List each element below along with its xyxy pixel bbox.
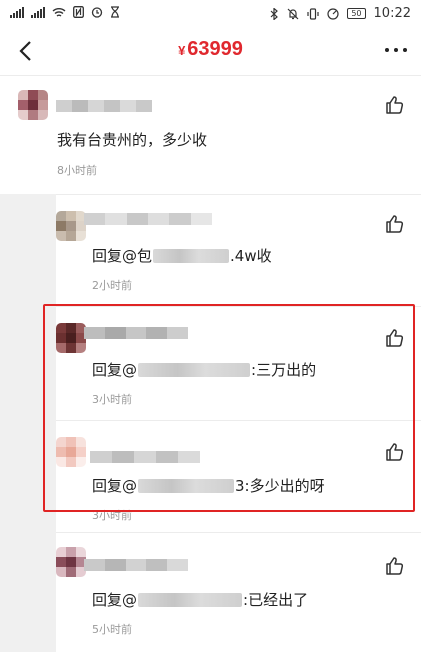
reply-time: 3小时前: [92, 509, 132, 522]
hourglass-icon: [111, 6, 119, 18]
reply-text: 回复@ 包 .4w收: [92, 245, 272, 266]
reply-item: 回复@ :三万出的 3小时前: [56, 306, 421, 420]
reply-item: 回复@ :已经出了 5小时前: [56, 532, 421, 652]
reply-time: 3小时前: [92, 393, 132, 406]
like-button[interactable]: [384, 213, 406, 235]
comment-text: 我有台贵州的，多少收: [57, 131, 208, 149]
reply-item: 回复@ 3:多少出的呀 3小时前: [56, 420, 421, 532]
comment-item: 我有台贵州的，多少收 8小时前: [0, 76, 421, 194]
reply-suffix: :三万出的: [251, 361, 317, 379]
avatar[interactable]: [56, 437, 86, 467]
alarm-icon: [91, 7, 103, 18]
header: ¥63999: [0, 26, 421, 76]
reply-prefix: 回复@: [92, 247, 138, 265]
reply-prefix: 回复@: [92, 361, 138, 379]
mention-blurred: [138, 592, 243, 607]
username-blurred[interactable]: [84, 213, 212, 225]
bluetooth-icon: [270, 7, 279, 20]
thumbs-up-icon: [386, 96, 404, 114]
mute-icon: [287, 8, 299, 19]
wifi-icon: [52, 7, 66, 17]
like-button[interactable]: [384, 441, 406, 463]
reply-time: 2小时前: [92, 279, 132, 292]
reply-suffix: :已经出了: [243, 591, 309, 609]
vibrate-icon: [307, 7, 319, 20]
username-blurred[interactable]: [90, 451, 200, 463]
username-blurred[interactable]: [56, 100, 152, 112]
mention-blurred: [138, 362, 251, 377]
reply-suffix-b: .4w收: [230, 247, 272, 265]
status-bar: 50 10:22: [0, 0, 421, 26]
thumbs-up-icon: [386, 443, 404, 461]
username-blurred[interactable]: [84, 559, 188, 571]
thumbs-up-icon: [386, 215, 404, 233]
speedometer-icon: [327, 7, 339, 20]
avatar[interactable]: [56, 323, 86, 353]
more-button[interactable]: [385, 48, 407, 52]
price-title: ¥63999: [0, 38, 421, 61]
reply-suffix: 3:多少出的呀: [235, 477, 325, 495]
reply-time: 5小时前: [92, 623, 132, 636]
currency-symbol: ¥: [178, 43, 186, 58]
signal-icon: [31, 6, 45, 18]
like-button[interactable]: [384, 327, 406, 349]
reply-text: 回复@ :三万出的: [92, 359, 316, 380]
avatar[interactable]: [56, 547, 86, 577]
avatar[interactable]: [56, 211, 86, 241]
nfc-icon: [73, 6, 84, 18]
price-value: 63999: [187, 38, 243, 60]
status-time: 10:22: [373, 6, 411, 21]
reply-text: 回复@ :已经出了: [92, 589, 308, 610]
thumbs-up-icon: [386, 329, 404, 347]
signal-icon: [10, 6, 24, 18]
username-blurred[interactable]: [84, 327, 188, 339]
like-button[interactable]: [384, 94, 406, 116]
mention-blurred: [153, 248, 230, 263]
avatar[interactable]: [18, 90, 48, 120]
battery-icon: 50: [347, 8, 366, 19]
reply-prefix: 回复@: [92, 477, 138, 495]
reply-text: 回复@ 3:多少出的呀: [92, 475, 325, 496]
comment-time: 8小时前: [57, 164, 97, 177]
thumbs-up-icon: [386, 557, 404, 575]
reply-suffix-a: 包: [137, 247, 153, 265]
reply-prefix: 回复@: [92, 591, 138, 609]
like-button[interactable]: [384, 555, 406, 577]
reply-item: 回复@ 包 .4w收 2小时前: [56, 194, 421, 306]
mention-blurred: [138, 478, 235, 493]
